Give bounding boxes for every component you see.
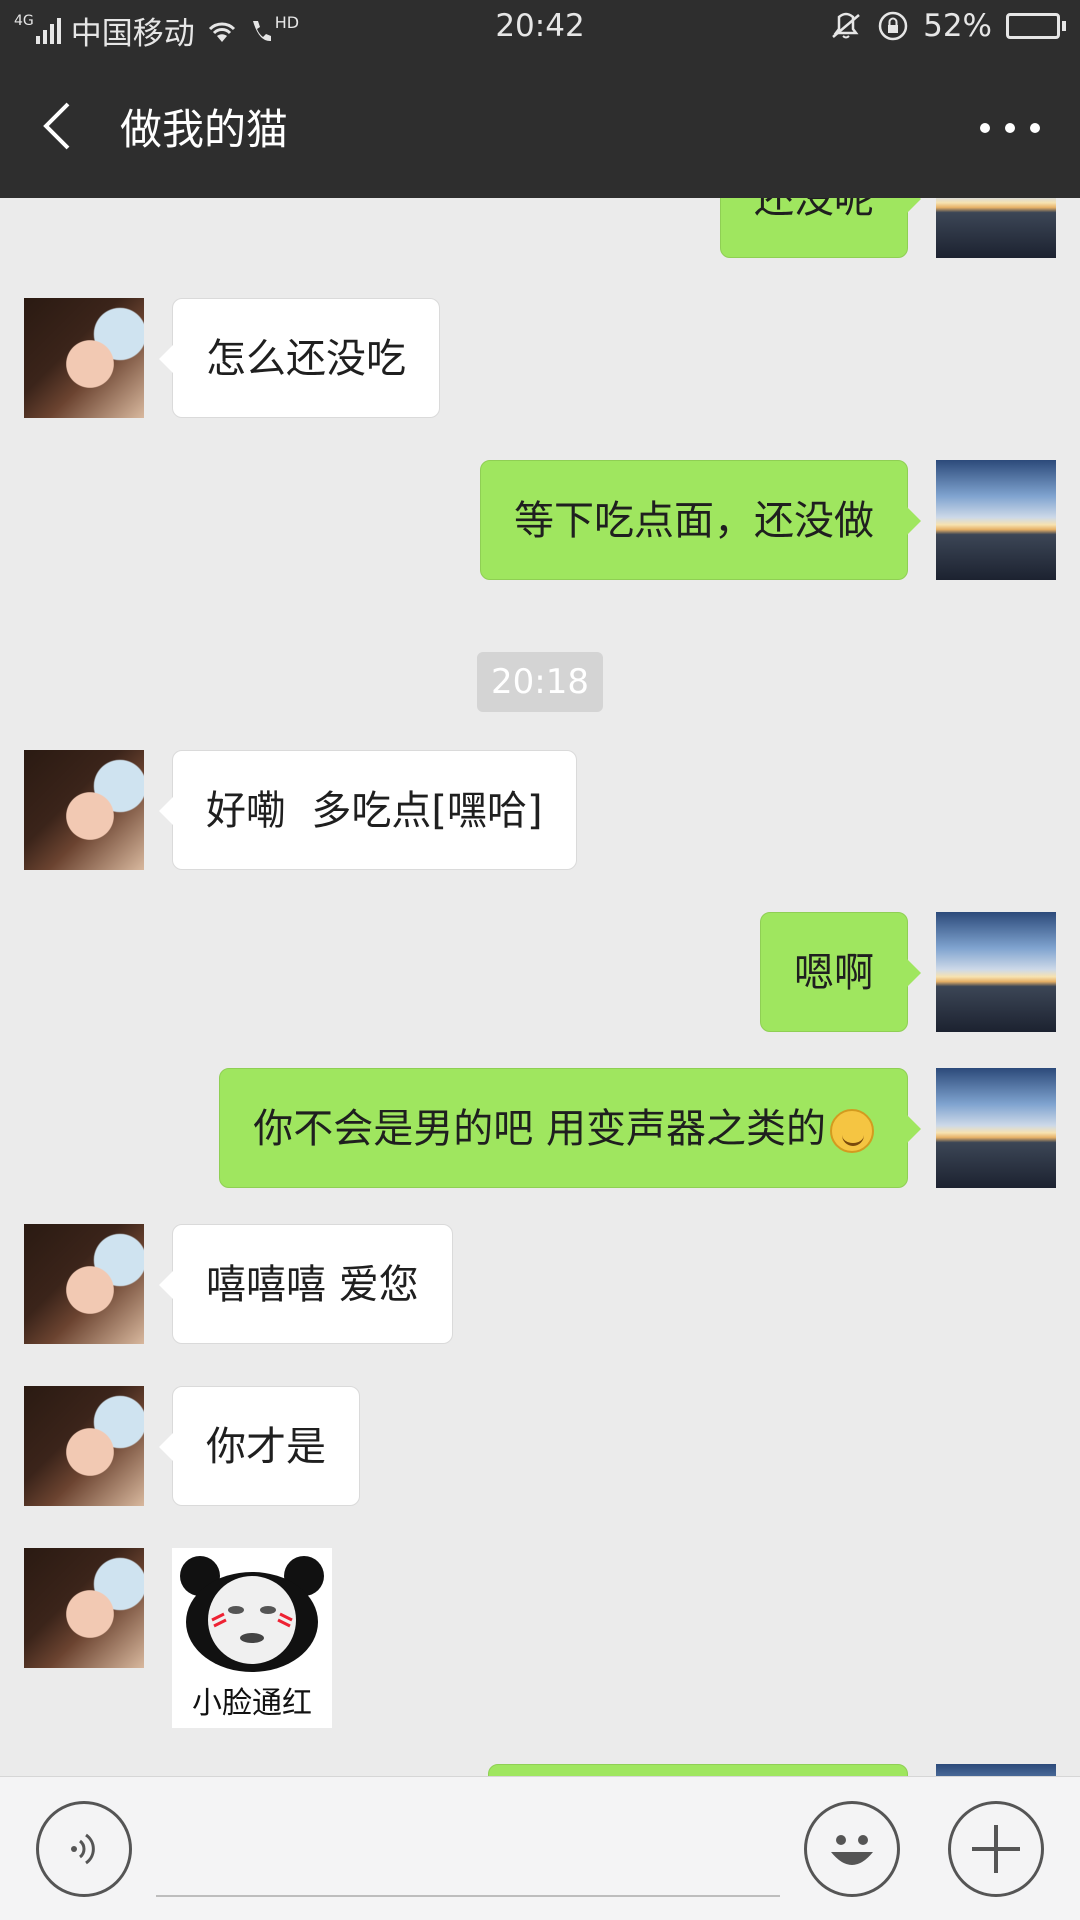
battery-percent: 52% [923, 8, 992, 44]
sticker-caption: 小脸通红 [192, 1686, 312, 1721]
contact-avatar[interactable] [24, 1548, 144, 1668]
contact-avatar[interactable] [24, 750, 144, 870]
my-avatar[interactable] [936, 460, 1056, 580]
more-options-icon[interactable] [980, 108, 1040, 148]
message-text: 你不会是男的吧 用变声器之类的 [253, 1106, 826, 1152]
message-bubble[interactable]: 嘻嘻嘻 爱您 [159, 1224, 453, 1344]
message-bubble[interactable]: 等下吃点面，还没做 [480, 460, 921, 580]
message-input[interactable] [156, 1895, 780, 1897]
message-bubble[interactable]: 好嘞 多吃点[嘿哈] [159, 750, 577, 870]
message-list[interactable]: 还没呢 怎么还没吃 等下吃点面，还没做 20:18 好嘞 多吃点[嘿哈] 嗯啊 … [0, 198, 1080, 1776]
sticker-message[interactable]: 小脸通红 [172, 1548, 332, 1728]
input-bar [0, 1776, 1080, 1920]
contact-avatar[interactable] [24, 1386, 144, 1506]
chat-title: 做我的猫 [120, 105, 289, 154]
vibrate-icon [832, 12, 860, 39]
voice-button[interactable] [36, 1801, 132, 1897]
more-functions-button[interactable] [948, 1801, 1044, 1897]
contact-avatar[interactable] [24, 298, 144, 418]
my-avatar[interactable] [936, 1764, 1056, 1776]
my-avatar[interactable] [936, 1068, 1056, 1188]
rotation-lock-icon [878, 11, 908, 41]
panda-face-icon [180, 1556, 324, 1672]
status-bar: 4G 中国移动 HD 20:42 52% [0, 0, 1080, 56]
my-avatar[interactable] [936, 912, 1056, 1032]
grinning-squint-emoji-icon [830, 1109, 874, 1153]
plus-icon [972, 1825, 1020, 1873]
message-bubble[interactable]: 你才是 [159, 1386, 360, 1506]
chat-header: 做我的猫 [0, 56, 1080, 198]
message-bubble[interactable]: 还没呢 [720, 198, 921, 258]
message-bubble[interactable]: 你不会是男的吧 用变声器之类的 [219, 1068, 921, 1188]
contact-avatar[interactable] [24, 1224, 144, 1344]
my-avatar[interactable] [936, 198, 1056, 258]
back-arrow-icon[interactable] [36, 96, 86, 156]
battery-icon [1006, 13, 1066, 39]
emoji-button[interactable] [804, 1801, 900, 1897]
timestamp: 20:18 [477, 652, 603, 712]
message-bubble[interactable] [488, 1764, 908, 1776]
message-bubble[interactable]: 嗯啊 [760, 912, 921, 1032]
message-bubble[interactable]: 怎么还没吃 [159, 298, 440, 418]
voice-icon [71, 1833, 95, 1865]
smiley-icon [831, 1835, 873, 1865]
